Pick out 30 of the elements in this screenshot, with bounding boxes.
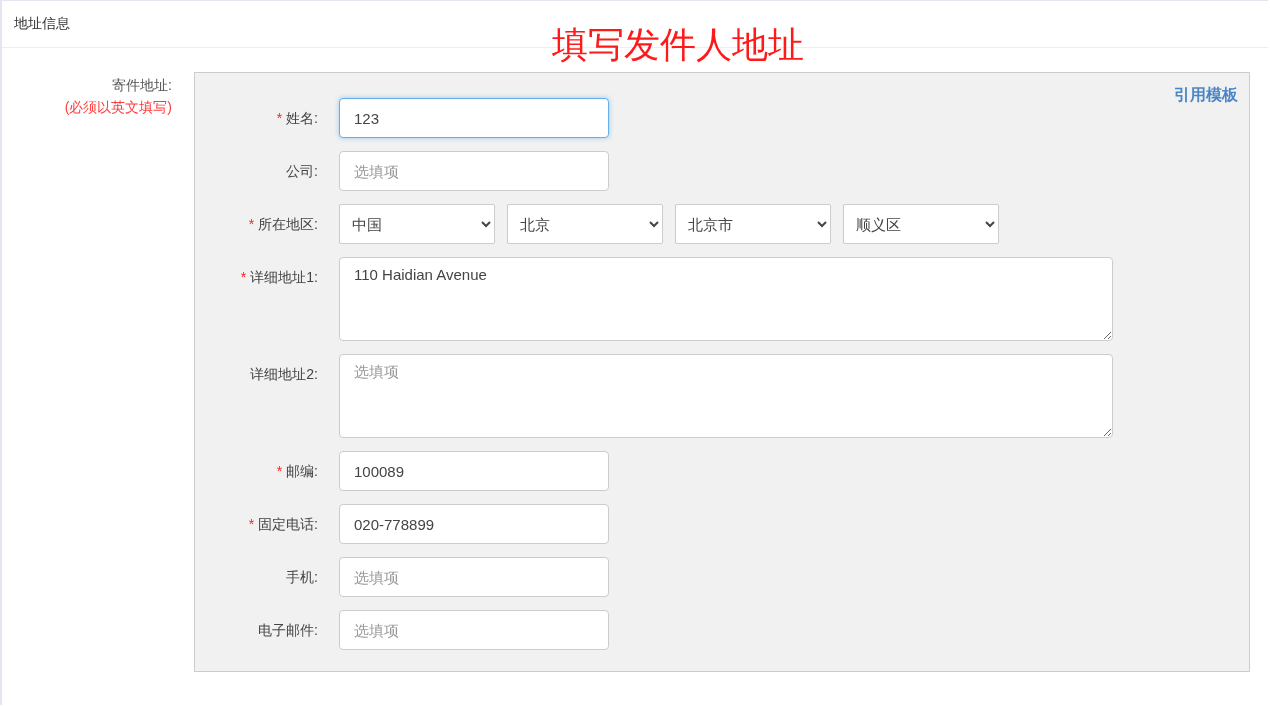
input-field[interactable]: 020-778899 <box>339 504 609 544</box>
textarea-field[interactable]: 选填项 <box>339 354 1113 438</box>
field-label: 电子邮件: <box>258 622 318 638</box>
input-field[interactable]: 选填项 <box>339 557 609 597</box>
field-label: 姓名: <box>286 110 318 126</box>
dropdown[interactable]: 北京 <box>507 204 663 244</box>
field-label: 详细地址1: <box>250 269 318 285</box>
field-label: 详细地址2: <box>250 366 318 382</box>
dropdown[interactable]: 中国 <box>339 204 495 244</box>
required-mark: * <box>248 216 255 232</box>
required-mark: * <box>276 463 283 479</box>
required-mark: * <box>240 269 247 285</box>
textarea-field[interactable]: 110 Haidian Avenue <box>339 257 1113 341</box>
dropdown[interactable]: 北京市 <box>675 204 831 244</box>
required-mark: * <box>276 110 283 126</box>
field-label: 手机: <box>286 569 318 585</box>
group-label: 寄件地址: <box>111 76 172 95</box>
required-mark: * <box>248 516 255 532</box>
dropdown[interactable]: 顺义区 <box>843 204 999 244</box>
input-field[interactable]: 选填项 <box>339 151 609 191</box>
field-label: 公司: <box>286 163 318 179</box>
input-field[interactable]: 选填项 <box>339 610 609 650</box>
field-label: 所在地区: <box>258 216 318 232</box>
group-note: (必须以英文填写) <box>63 98 172 117</box>
field-label: 邮编: <box>286 463 318 479</box>
field-label: 固定电话: <box>258 516 318 532</box>
input-field[interactable]: 123 <box>339 98 609 138</box>
input-field[interactable]: 100089 <box>339 451 609 491</box>
annotation-text: 填写发件人地址 <box>552 23 804 67</box>
section-title: 地址信息 <box>14 15 70 33</box>
